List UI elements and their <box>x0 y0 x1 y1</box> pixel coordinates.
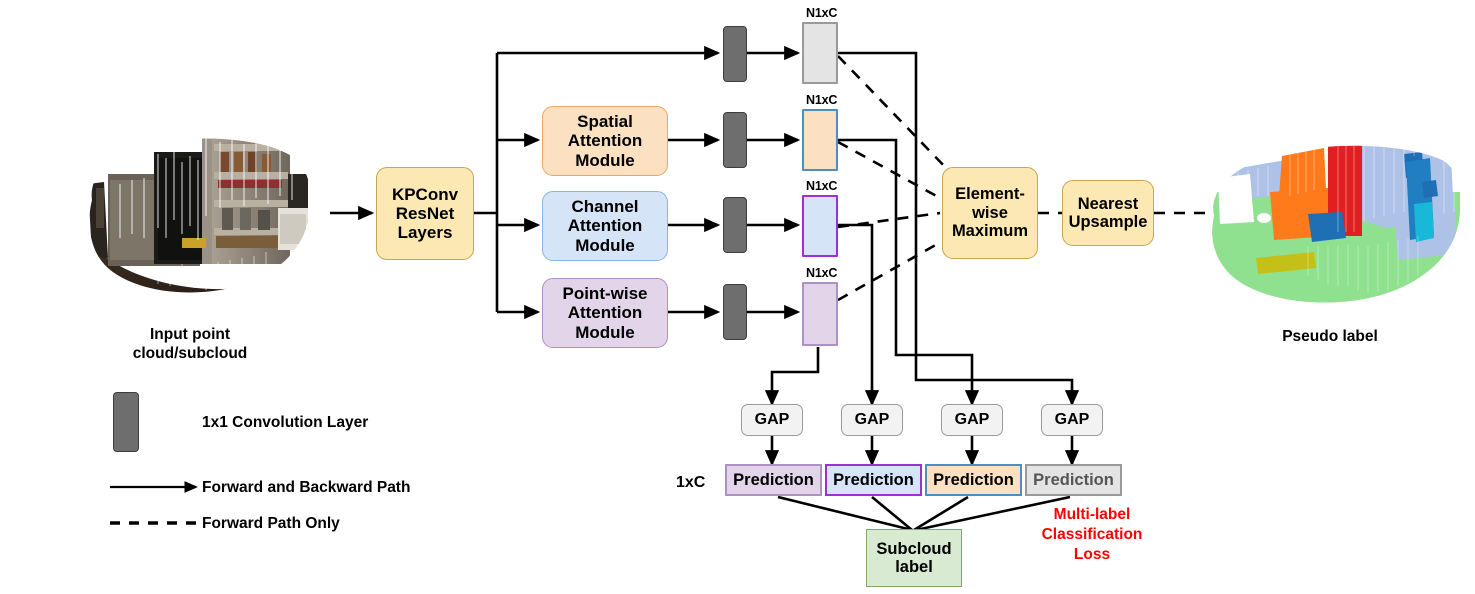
feature-map-skip[interactable] <box>802 22 838 84</box>
pointwise-attention-module[interactable]: Point-wise Attention Module <box>542 278 668 348</box>
prediction-pointwise[interactable]: Prediction <box>725 464 822 496</box>
fmap-pointwise-tag: N1xC <box>806 266 838 280</box>
input-point-cloud-image <box>62 88 318 310</box>
feature-map-spatial[interactable] <box>802 109 838 171</box>
gap-label: GAP <box>1054 411 1090 429</box>
fmap-skip-tag: N1xC <box>806 6 838 20</box>
multilabel-classification-loss-label: Multi-label Classification Loss <box>1041 506 1143 564</box>
prediction-spatial[interactable]: Prediction <box>925 464 1022 496</box>
input-point-cloud-caption: Input point cloud/subcloud <box>132 326 248 363</box>
architecture-diagram: Input point cloud/subcloud Pseudo label … <box>0 0 1475 594</box>
prediction-dim-label: 1xC <box>676 474 706 491</box>
legend-conv-label: 1x1 Convolution Layer <box>202 414 369 431</box>
channel-attention-module[interactable]: Channel Attention Module <box>542 191 668 261</box>
legend-dashed-path-label: Forward Path Only <box>202 515 340 532</box>
feature-map-channel[interactable] <box>802 195 838 257</box>
pseudo-label-image <box>1198 96 1466 316</box>
prediction-skip[interactable]: Prediction <box>1025 464 1122 496</box>
spatial-attention-module[interactable]: Spatial Attention Module <box>542 106 668 176</box>
nearest-upsample-box[interactable]: Nearest Upsample <box>1062 180 1154 246</box>
pseudo-label-caption: Pseudo label <box>1282 328 1378 345</box>
conv-layer-pointwise[interactable] <box>723 284 747 340</box>
conv-layer-spatial[interactable] <box>723 112 747 168</box>
gap-node-3[interactable]: GAP <box>941 404 1003 436</box>
gap-node-1[interactable]: GAP <box>741 404 803 436</box>
kpconv-label: KPConv ResNet Layers <box>391 184 459 243</box>
prediction-label: Prediction <box>933 470 1014 489</box>
nearest-upsample-label: Nearest Upsample <box>1068 194 1148 231</box>
legend-solid-path-label: Forward and Backward Path <box>202 479 411 496</box>
prediction-channel[interactable]: Prediction <box>825 464 922 496</box>
elementwise-maximum-box[interactable]: Element- wise Maximum <box>942 167 1038 259</box>
conv-layer-channel[interactable] <box>723 197 747 253</box>
fmap-channel-tag: N1xC <box>806 179 838 193</box>
subcloud-label-text: Subcloud label <box>876 539 952 576</box>
elementwise-maximum-label: Element- wise Maximum <box>951 185 1029 241</box>
gap-node-2[interactable]: GAP <box>841 404 903 436</box>
kpconv-resnet-layers-box[interactable]: KPConv ResNet Layers <box>376 167 474 260</box>
pointwise-attention-label: Point-wise Attention Module <box>562 284 648 342</box>
prediction-label: Prediction <box>733 470 814 489</box>
feature-map-pointwise[interactable] <box>802 282 838 346</box>
legend-conv-bar-icon <box>113 392 139 452</box>
gap-node-4[interactable]: GAP <box>1041 404 1103 436</box>
subcloud-label-box[interactable]: Subcloud label <box>866 529 962 587</box>
fmap-spatial-tag: N1xC <box>806 93 838 107</box>
prediction-label: Prediction <box>1033 470 1114 489</box>
gap-label: GAP <box>854 411 890 429</box>
channel-attention-label: Channel Attention Module <box>567 197 643 255</box>
prediction-label: Prediction <box>833 470 914 489</box>
gap-label: GAP <box>954 411 990 429</box>
conv-layer-skip[interactable] <box>723 26 747 82</box>
spatial-attention-label: Spatial Attention Module <box>567 112 643 170</box>
gap-label: GAP <box>754 411 790 429</box>
